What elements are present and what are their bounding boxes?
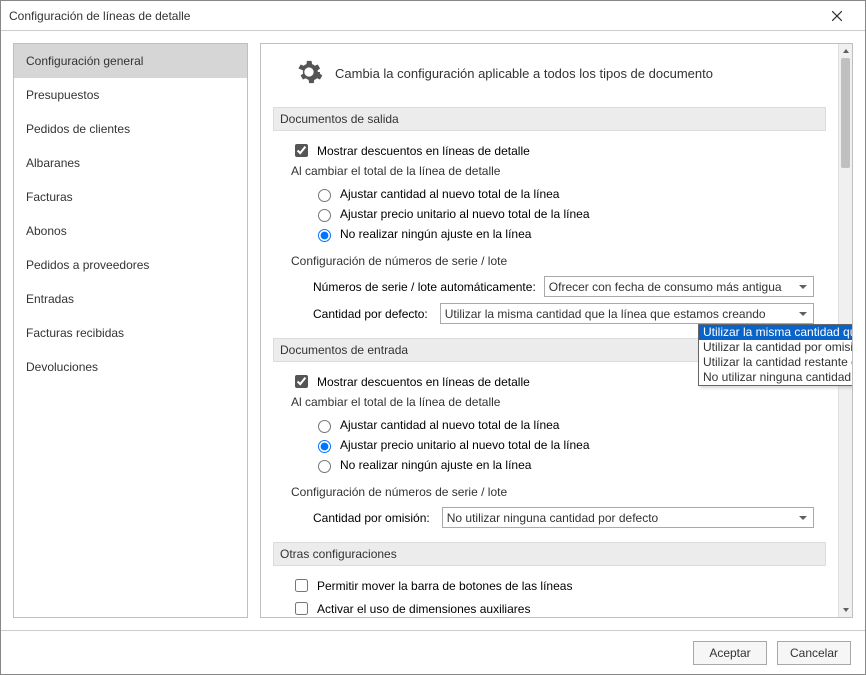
- chevron-down-icon: [795, 277, 809, 296]
- sidebar-item-1[interactable]: Presupuestos: [14, 78, 247, 112]
- checkbox-salida-mostrar-descuentos[interactable]: [295, 144, 308, 157]
- combo-label-default-qty-entrada: Cantidad por omisión:: [313, 511, 430, 525]
- scroll-thumb[interactable]: [841, 58, 850, 168]
- checkbox-label: Mostrar descuentos en líneas de detalle: [317, 144, 530, 158]
- main-panel: Cambia la configuración aplicable a todo…: [260, 43, 853, 618]
- label-entrada-cambiar-total: Al cambiar el total de la línea de detal…: [291, 393, 814, 413]
- section-header-otras: Otras configuraciones: [273, 542, 826, 566]
- dropdown-option-2[interactable]: Utilizar la cantidad restante de la líne…: [699, 355, 853, 370]
- radio-label: No realizar ningún ajuste en la línea: [340, 458, 531, 472]
- combo-default-qty-salida[interactable]: Utilizar la misma cantidad que la línea …: [440, 303, 814, 324]
- window-title: Configuración de líneas de detalle: [9, 9, 817, 23]
- label-salida-config-serie: Configuración de números de serie / lote: [291, 250, 814, 274]
- combo-label-auto-serial: Números de serie / lote automáticamente:: [313, 280, 536, 294]
- radio-salida-ajustar-cantidad[interactable]: [318, 189, 331, 202]
- combo-value: Utilizar la misma cantidad que la línea …: [445, 307, 795, 321]
- dialog-window: Configuración de líneas de detalle Confi…: [0, 0, 866, 675]
- checkbox-label: Activar el uso de dimensiones auxiliares: [317, 602, 530, 616]
- radio-label: No realizar ningún ajuste en la línea: [340, 227, 531, 241]
- scroll-up-arrow[interactable]: [839, 44, 852, 58]
- radio-label: Ajustar cantidad al nuevo total de la lí…: [340, 187, 559, 201]
- dropdown-open-default-qty: Utilizar la misma cantidad que la línea …: [698, 324, 853, 386]
- section-body-entrada: Mostrar descuentos en líneas de detalle …: [273, 362, 826, 536]
- sidebar-item-0[interactable]: Configuración general: [14, 44, 247, 78]
- combo-label-default-qty: Cantidad por defecto:: [313, 307, 428, 321]
- checkbox-activar-dimensiones[interactable]: [295, 602, 308, 615]
- dropdown-option-1[interactable]: Utilizar la cantidad por omisión configu…: [699, 340, 853, 355]
- page-header: Cambia la configuración aplicable a todo…: [273, 44, 826, 101]
- sidebar-item-8[interactable]: Facturas recibidas: [14, 316, 247, 350]
- label-salida-cambiar-total: Al cambiar el total de la línea de detal…: [291, 162, 814, 182]
- checkbox-label: Mostrar descuentos en líneas de detalle: [317, 375, 530, 389]
- chevron-down-icon: [795, 508, 809, 527]
- accept-button[interactable]: Aceptar: [693, 641, 767, 665]
- sidebar-item-4[interactable]: Facturas: [14, 180, 247, 214]
- sidebar-item-7[interactable]: Entradas: [14, 282, 247, 316]
- radio-label: Ajustar precio unitario al nuevo total d…: [340, 438, 590, 452]
- page-title: Cambia la configuración aplicable a todo…: [335, 66, 713, 81]
- dropdown-option-3[interactable]: No utilizar ninguna cantidad por defecto: [699, 370, 853, 385]
- radio-salida-ajustar-precio[interactable]: [318, 209, 331, 222]
- sidebar-item-9[interactable]: Devoluciones: [14, 350, 247, 384]
- label-entrada-config-serie: Configuración de números de serie / lote: [291, 481, 814, 505]
- checkbox-permitir-mover-barra[interactable]: [295, 579, 308, 592]
- radio-label: Ajustar cantidad al nuevo total de la lí…: [340, 418, 559, 432]
- radio-entrada-ajustar-precio[interactable]: [318, 440, 331, 453]
- sidebar-item-6[interactable]: Pedidos a proveedores: [14, 248, 247, 282]
- sidebar-item-3[interactable]: Albaranes: [14, 146, 247, 180]
- dropdown-option-0[interactable]: Utilizar la misma cantidad que la línea …: [699, 325, 853, 340]
- combo-auto-serial[interactable]: Ofrecer con fecha de consumo más antigua: [544, 276, 814, 297]
- checkbox-entrada-mostrar-descuentos[interactable]: [295, 375, 308, 388]
- section-body-salida: Mostrar descuentos en líneas de detalle …: [273, 131, 826, 332]
- checkbox-label: Permitir mover la barra de botones de la…: [317, 579, 572, 593]
- radio-label: Ajustar precio unitario al nuevo total d…: [340, 207, 590, 221]
- radio-entrada-ajustar-cantidad[interactable]: [318, 420, 331, 433]
- dialog-body: Configuración generalPresupuestosPedidos…: [1, 31, 865, 630]
- chevron-down-icon: [795, 304, 809, 323]
- close-button[interactable]: [817, 2, 857, 30]
- radio-salida-no-ajustar[interactable]: [318, 229, 331, 242]
- dialog-footer: Aceptar Cancelar: [1, 630, 865, 674]
- cancel-button[interactable]: Cancelar: [777, 641, 851, 665]
- section-body-otras: Permitir mover la barra de botones de la…: [273, 566, 826, 617]
- titlebar: Configuración de líneas de detalle: [1, 1, 865, 31]
- sidebar-item-2[interactable]: Pedidos de clientes: [14, 112, 247, 146]
- sidebar-item-5[interactable]: Abonos: [14, 214, 247, 248]
- combo-default-qty-entrada[interactable]: No utilizar ninguna cantidad por defecto: [442, 507, 814, 528]
- radio-entrada-no-ajustar[interactable]: [318, 460, 331, 473]
- sidebar: Configuración generalPresupuestosPedidos…: [13, 43, 248, 618]
- section-header-salida: Documentos de salida: [273, 107, 826, 131]
- combo-value: No utilizar ninguna cantidad por defecto: [447, 511, 795, 525]
- gear-icon: [295, 58, 323, 89]
- scroll-down-arrow[interactable]: [839, 603, 852, 617]
- combo-value: Ofrecer con fecha de consumo más antigua: [549, 280, 795, 294]
